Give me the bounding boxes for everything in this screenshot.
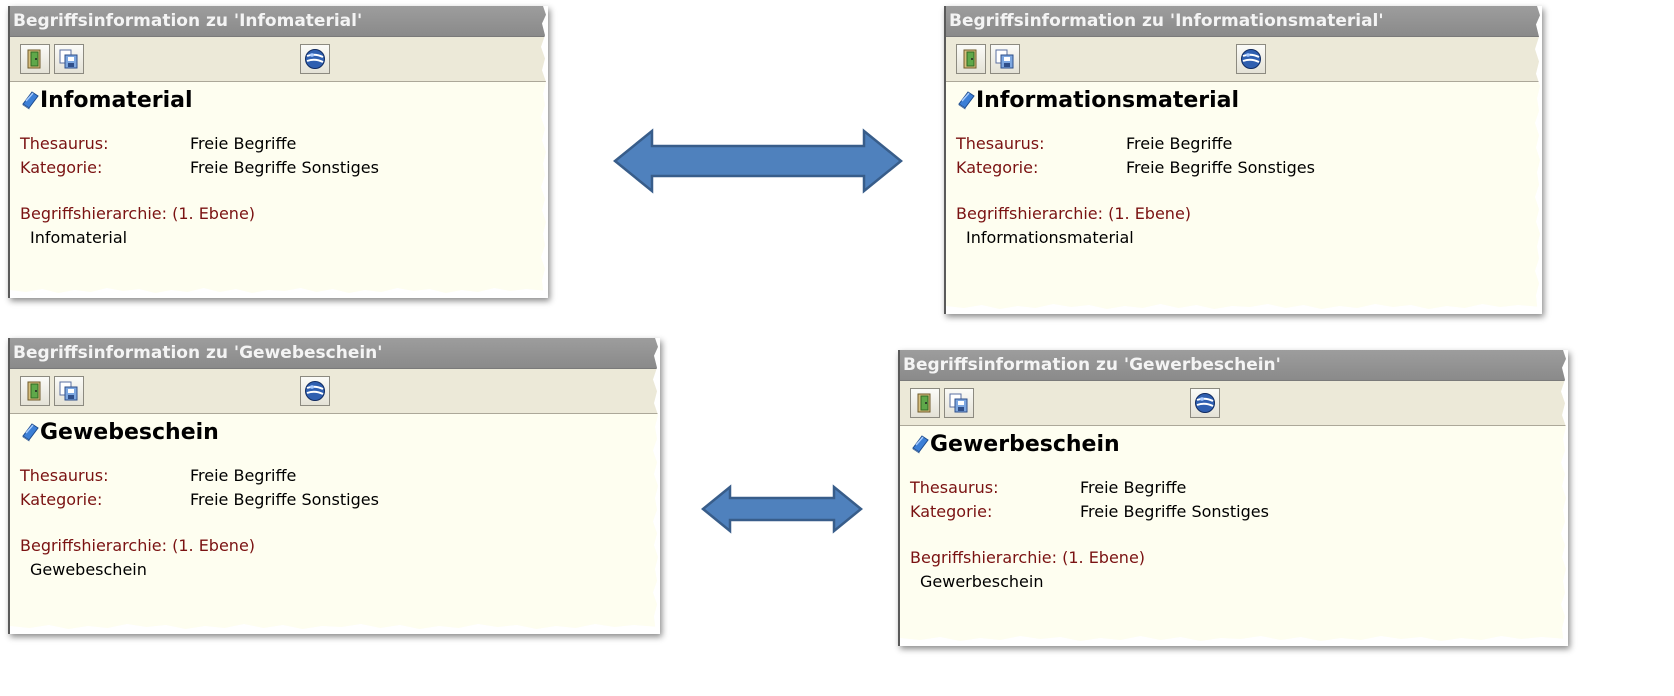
blue-book-icon <box>910 434 930 458</box>
thesaurus-label: Thesaurus: <box>20 466 109 485</box>
term-info-panel-gewerbeschein: Begriffsinformation zu 'Gewerbeschein' G… <box>898 350 1568 646</box>
torn-edge <box>10 624 660 634</box>
exit-door-icon <box>962 49 980 69</box>
hierarchy-label: Begriffshierarchie: (1. Ebene) <box>910 548 1146 567</box>
hierarchy-item[interactable]: Gewerbeschein <box>920 572 1043 591</box>
panel-toolbar <box>946 37 1542 82</box>
copy-button[interactable] <box>54 44 84 74</box>
globe-icon <box>1194 392 1216 414</box>
torn-edge <box>1535 6 1542 314</box>
kategorie-label: Kategorie: <box>956 158 1039 177</box>
copy-button[interactable] <box>54 376 84 406</box>
kategorie-value: Freie Begriffe Sonstiges <box>1080 502 1269 521</box>
globe-icon <box>304 380 326 402</box>
exit-door-icon <box>26 381 44 401</box>
hierarchy-label: Begriffshierarchie: (1. Ebene) <box>20 204 256 223</box>
term-title: Gewebeschein <box>40 420 219 445</box>
torn-edge <box>900 636 1568 646</box>
kategorie-value: Freie Begriffe Sonstiges <box>190 158 379 177</box>
kategorie-value: Freie Begriffe Sonstiges <box>190 490 379 509</box>
thesaurus-value: Freie Begriffe <box>1080 478 1187 497</box>
panel-title-bar: Begriffsinformation zu 'Infomaterial' <box>10 6 548 37</box>
torn-edge <box>10 288 548 298</box>
web-button[interactable] <box>1236 44 1266 74</box>
kategorie-label: Kategorie: <box>910 502 993 521</box>
hierarchy-label: Begriffshierarchie: (1. Ebene) <box>20 536 256 555</box>
torn-edge <box>653 338 660 634</box>
blue-book-icon <box>20 90 40 114</box>
thesaurus-value: Freie Begriffe <box>190 466 297 485</box>
thesaurus-label: Thesaurus: <box>20 134 109 153</box>
exit-button[interactable] <box>20 44 50 74</box>
exit-door-icon <box>916 393 934 413</box>
exit-button[interactable] <box>956 44 986 74</box>
copy-save-icon <box>995 49 1015 69</box>
panel-toolbar <box>10 37 548 82</box>
hierarchy-item[interactable]: Infomaterial <box>30 228 127 247</box>
panel-title-bar: Begriffsinformation zu 'Gewebeschein' <box>10 338 660 369</box>
torn-edge <box>541 6 548 298</box>
web-button[interactable] <box>300 376 330 406</box>
globe-icon <box>1240 48 1262 70</box>
blue-book-icon <box>20 422 40 446</box>
term-info-panel-infomaterial: Begriffsinformation zu 'Infomaterial' In… <box>8 6 548 298</box>
torn-edge <box>1561 350 1568 646</box>
thesaurus-value: Freie Begriffe <box>1126 134 1233 153</box>
thesaurus-label: Thesaurus: <box>910 478 999 497</box>
copy-button[interactable] <box>944 388 974 418</box>
torn-edge <box>946 304 1542 314</box>
term-title: Informationsmaterial <box>976 88 1240 113</box>
term-info-panel-gewebeschein: Begriffsinformation zu 'Gewebeschein' Ge… <box>8 338 660 634</box>
exit-door-icon <box>26 49 44 69</box>
blue-book-icon <box>956 90 976 114</box>
double-headed-arrow-icon <box>613 128 903 194</box>
panel-toolbar <box>900 381 1568 426</box>
web-button[interactable] <box>1190 388 1220 418</box>
term-info-panel-informationsmaterial: Begriffsinformation zu 'Informationsmate… <box>944 6 1542 314</box>
kategorie-label: Kategorie: <box>20 158 103 177</box>
exit-button[interactable] <box>20 376 50 406</box>
term-title: Infomaterial <box>40 88 193 113</box>
hierarchy-item[interactable]: Gewebeschein <box>30 560 147 579</box>
double-headed-arrow-icon <box>701 484 863 534</box>
copy-save-icon <box>59 381 79 401</box>
copy-button[interactable] <box>990 44 1020 74</box>
hierarchy-item[interactable]: Informationsmaterial <box>966 228 1134 247</box>
copy-save-icon <box>59 49 79 69</box>
kategorie-value: Freie Begriffe Sonstiges <box>1126 158 1315 177</box>
kategorie-label: Kategorie: <box>20 490 103 509</box>
exit-button[interactable] <box>910 388 940 418</box>
globe-icon <box>304 48 326 70</box>
thesaurus-value: Freie Begriffe <box>190 134 297 153</box>
panel-title-bar: Begriffsinformation zu 'Gewerbeschein' <box>900 350 1568 381</box>
term-title: Gewerbeschein <box>930 432 1120 457</box>
panel-title-bar: Begriffsinformation zu 'Informationsmate… <box>946 6 1542 37</box>
web-button[interactable] <box>300 44 330 74</box>
hierarchy-label: Begriffshierarchie: (1. Ebene) <box>956 204 1192 223</box>
panel-toolbar <box>10 369 660 414</box>
copy-save-icon <box>949 393 969 413</box>
thesaurus-label: Thesaurus: <box>956 134 1045 153</box>
